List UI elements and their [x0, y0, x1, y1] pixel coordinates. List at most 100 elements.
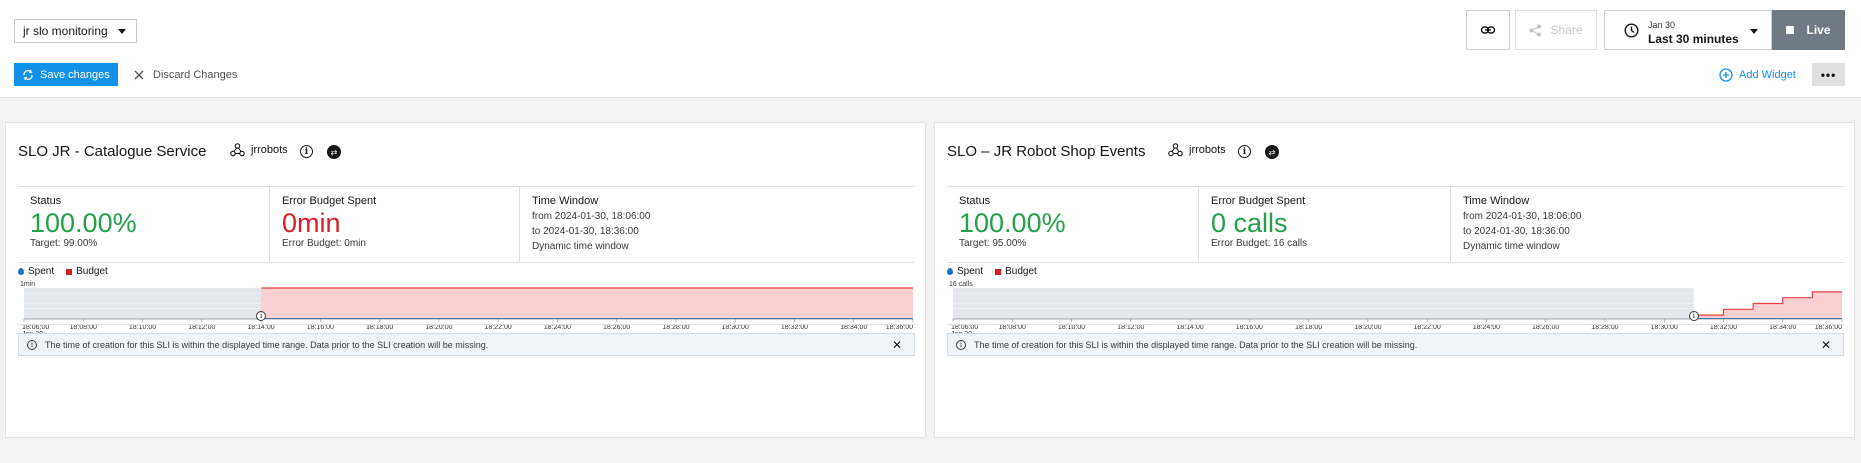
budget-swatch-icon — [66, 268, 73, 275]
time-window-from: from 2024-01-30, 18:06:00 — [1463, 211, 1582, 222]
legend-spent-label: Spent — [28, 266, 55, 277]
time-range-label: Last 30 minutes — [1648, 32, 1739, 46]
chart-svg: 16 calls 18:06:00 18:08:00 18:10:00 18:12:00… — [949, 281, 1843, 338]
sli-creation-marker-icon[interactable]: i — [1688, 311, 1699, 321]
x-tick-label: 18:06:00 — [951, 324, 978, 331]
sli-creation-notice: i The time of creation for this SLI is w… — [18, 333, 915, 356]
error-budget-metric: Error Budget Spent 0 calls Error Budget:… — [1199, 187, 1451, 262]
live-label: Live — [1806, 23, 1831, 37]
application-icon — [1168, 143, 1183, 157]
x-tick-label: 18:36:00 — [886, 324, 913, 331]
discard-changes-label: Discard Changes — [153, 68, 238, 81]
x-tick-label: 18:16:00 — [1236, 324, 1263, 331]
x-tick-label: 18:26:00 — [1532, 324, 1559, 331]
dashboard-selector[interactable]: jr slo monitoring — [14, 19, 137, 43]
stop-icon — [1786, 26, 1795, 34]
slo-widget: SLO – JR Robot Shop Events jrrobots i ⇄ … — [934, 122, 1855, 438]
x-tick-label: 18:24:00 — [1473, 324, 1500, 331]
sli-creation-marker-icon[interactable]: i — [256, 311, 267, 321]
x-tick-label: 18:22:00 — [485, 324, 512, 331]
add-widget-button[interactable]: Add Widget — [1719, 65, 1796, 85]
legend-item-budget[interactable]: Budget — [995, 266, 1037, 277]
slo-widget: SLO JR - Catalogue Service jrrobots i ⇄ … — [5, 122, 926, 438]
live-button[interactable]: Live — [1772, 10, 1845, 50]
refresh-icon — [23, 69, 33, 80]
x-tick-label: 18:12:00 — [188, 324, 215, 331]
status-value: 100.00% — [30, 208, 137, 238]
x-tick-label: 18:28:00 — [662, 324, 689, 331]
link-icon[interactable]: ⇄ — [327, 145, 341, 159]
status-target: Target: 99.00% — [30, 238, 98, 249]
x-tick-label: 18:32:00 — [781, 324, 808, 331]
close-icon[interactable]: ✕ — [1821, 338, 1831, 352]
info-icon[interactable]: i — [300, 145, 313, 158]
dashboard-name: jr slo monitoring — [23, 24, 108, 38]
widget-owner-label: jrrobots — [1189, 144, 1226, 156]
status-target: Target: 95.00% — [959, 238, 1027, 249]
error-budget-value: 0min — [282, 208, 341, 238]
time-window-label: Time Window — [532, 195, 599, 207]
spent-swatch-icon — [18, 268, 24, 275]
time-window-to: to 2024-01-30, 18:36:00 — [532, 226, 639, 237]
slo-metrics: Status 100.00% Target: 95.00% Error Budg… — [947, 186, 1844, 263]
x-tick-label: 18:22:00 — [1414, 324, 1441, 331]
time-window-metric: Time Window from 2024-01-30, 18:06:00 to… — [520, 187, 915, 262]
time-window-type: Dynamic time window — [1463, 241, 1560, 252]
widget-owner: jrrobots — [230, 143, 288, 157]
chart-svg: 1min 18:06:00 18:08:00 18:10:00 18:12:00 18:1… — [20, 281, 914, 338]
more-options-button[interactable]: ••• — [1812, 63, 1845, 86]
x-tick-label: 18:36:00 — [1815, 324, 1842, 331]
time-window-label: Time Window — [1463, 195, 1530, 207]
time-window-to: to 2024-01-30, 18:36:00 — [1463, 226, 1570, 237]
y-axis-label: 16 calls — [949, 281, 973, 288]
x-tick-label: 18:20:00 — [425, 324, 452, 331]
legend-spent-label: Spent — [957, 266, 984, 277]
time-window-type: Dynamic time window — [532, 241, 629, 252]
notice-text: The time of creation for this SLI is wit… — [974, 339, 1418, 350]
x-tick-label: 18:24:00 — [544, 324, 571, 331]
copy-link-button[interactable] — [1466, 10, 1510, 50]
time-range-date: Jan 30 — [1648, 20, 1676, 30]
legend-item-spent[interactable]: Spent — [18, 266, 54, 277]
info-icon[interactable]: i — [1238, 145, 1251, 158]
status-metric: Status 100.00% Target: 95.00% — [947, 187, 1199, 262]
x-tick-label: 18:18:00 — [366, 324, 393, 331]
x-tick-label: 18:08:00 — [999, 324, 1026, 331]
x-tick-label: 18:34:00 — [840, 324, 867, 331]
chart-legend: Spent Budget — [18, 266, 108, 277]
error-budget-metric: Error Budget Spent 0min Error Budget: 0m… — [270, 187, 520, 262]
spent-swatch-icon — [947, 268, 953, 275]
time-window-metric: Time Window from 2024-01-30, 18:06:00 to… — [1451, 187, 1844, 262]
x-tick-label: 18:20:00 — [1354, 324, 1381, 331]
budget-swatch-icon — [995, 268, 1002, 275]
widget-title: SLO – JR Robot Shop Events — [947, 143, 1146, 160]
x-tick-label: 18:26:00 — [603, 324, 630, 331]
error-budget-total: Error Budget: 16 calls — [1211, 238, 1308, 249]
time-range-picker[interactable]: Jan 30 Last 30 minutes — [1604, 10, 1772, 50]
link-icon[interactable]: ⇄ — [1265, 145, 1279, 159]
info-icon: i — [27, 339, 37, 350]
info-icon: i — [956, 339, 966, 350]
error-budget-label: Error Budget Spent — [282, 195, 377, 207]
widget-title: SLO JR - Catalogue Service — [18, 143, 207, 160]
x-tick-label: 18:18:00 — [1295, 324, 1322, 331]
share-button[interactable]: Share — [1515, 10, 1597, 50]
close-icon[interactable]: ✕ — [892, 338, 902, 352]
legend-item-spent[interactable]: Spent — [947, 266, 983, 277]
x-tick-label: 18:32:00 — [1710, 324, 1737, 331]
sli-creation-notice: i The time of creation for this SLI is w… — [947, 333, 1844, 356]
status-metric: Status 100.00% Target: 99.00% — [18, 187, 270, 262]
discard-changes-button[interactable]: Discard Changes — [134, 63, 237, 86]
x-tick-label: 18:14:00 — [1176, 324, 1203, 331]
save-changes-button[interactable]: Save changes — [14, 63, 118, 86]
widget-owner-label: jrrobots — [251, 144, 288, 156]
share-label: Share — [1550, 23, 1583, 37]
legend-item-budget[interactable]: Budget — [66, 266, 108, 277]
error-budget-value: 0 calls — [1211, 208, 1288, 238]
error-budget-chart: 16 calls 18:06:00 18:08:00 18:10:00 18:12:00… — [945, 278, 1850, 338]
error-budget-total: Error Budget: 0min — [282, 238, 366, 249]
chart-legend: Spent Budget — [947, 266, 1037, 277]
add-widget-label: Add Widget — [1739, 69, 1796, 81]
x-tick-label: 18:06:00 — [22, 324, 49, 331]
error-budget-label: Error Budget Spent — [1211, 195, 1306, 207]
